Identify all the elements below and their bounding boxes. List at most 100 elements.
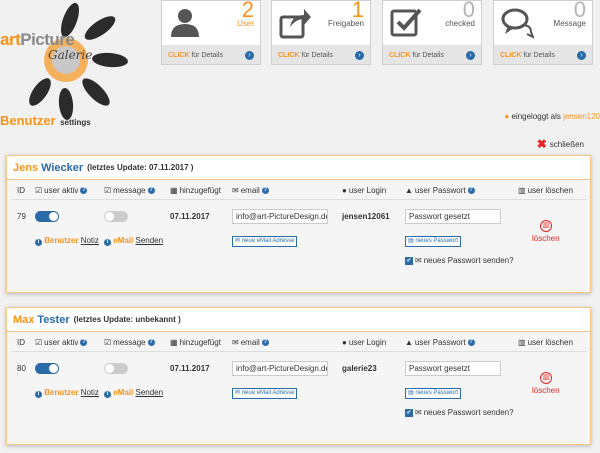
envelope-icon: ✉ (235, 238, 241, 244)
user-panel-header: Max Tester (letztes Update: unbekannt ) (7, 308, 590, 332)
new-password-button[interactable]: ▤ neues Passwort (405, 236, 462, 247)
send-password-checkbox[interactable]: ✔ ✉ neues Passwort senden? (405, 408, 514, 417)
envelope-icon: ✉ (232, 186, 239, 195)
help-icon[interactable]: ? (80, 187, 88, 194)
help-icon[interactable]: ? (261, 187, 269, 194)
col-added: ▦ hinzugefügt (170, 186, 221, 195)
password-field[interactable]: Passwort gesetzt (405, 209, 501, 224)
trash-icon: ▥ (539, 372, 552, 384)
logo-text: artPicture (0, 30, 75, 50)
user-last-name: Tester (37, 313, 70, 326)
user-panel: Jens Wiecker (letztes Update: 07.11.2017… (6, 155, 591, 293)
user-update-label: (letztes Update: 07.11.2017 ) (87, 163, 194, 172)
user-icon: ● (342, 186, 347, 195)
logged-in-username: jensen120 (563, 112, 600, 121)
user-id: 79 (17, 212, 26, 221)
info-icon: i (35, 391, 42, 398)
close-button[interactable]: ✖ schließen (537, 137, 584, 151)
user-icon: ● (342, 338, 347, 347)
app-logo[interactable]: artPicture Galerie (0, 0, 140, 120)
logo-picture: Picture (20, 30, 75, 49)
table-divider (11, 351, 586, 352)
user-panel: Max Tester (letztes Update: unbekannt ) … (6, 307, 591, 445)
send-email-link[interactable]: i eMail Senden (104, 236, 163, 246)
info-icon: i (104, 391, 111, 398)
calendar-icon: ▦ (170, 186, 178, 195)
col-login: ● user Login (342, 186, 387, 195)
col-message: ☑ message? (104, 338, 155, 347)
user-first-name: Max (13, 313, 35, 326)
col-delete: ▥ user löschen (518, 186, 573, 195)
send-password-checkbox[interactable]: ✔ ✉ neues Passwort senden? (405, 256, 514, 265)
email-field[interactable]: info@art-PictureDesign.de (232, 209, 328, 224)
user-stat-card[interactable]: 2 User CLICK für Details › (161, 0, 261, 65)
col-delete: ▥ user löschen (518, 338, 573, 347)
user-first-name: Jens (13, 161, 39, 174)
trash-icon: ▥ (518, 186, 526, 195)
new-password-button[interactable]: ▤ neues Passwort (405, 388, 462, 399)
user-small-icon: ● (504, 112, 510, 121)
help-icon[interactable]: ? (467, 187, 475, 194)
checked-stat-card[interactable]: 0 checked CLICK für Details › (382, 0, 482, 65)
help-icon[interactable]: ? (261, 339, 269, 346)
new-email-button[interactable]: ✉ neue eMail Adresse (232, 236, 298, 247)
user-note-link[interactable]: i Benutzer Notiz (35, 388, 99, 398)
shares-stat-card[interactable]: 1 Freigaben CLICK für Details › (271, 0, 371, 65)
user-note-link[interactable]: i Benutzer Notiz (35, 236, 99, 246)
checked-card-label: checked (445, 19, 475, 28)
logged-in-info: ● eingeloggt als jensen120 (504, 112, 600, 121)
user-active-toggle[interactable] (35, 363, 59, 374)
shares-card-label: Freigaben (327, 19, 364, 28)
help-icon[interactable]: ? (467, 339, 475, 346)
checkbox-checked-icon: ✔ (405, 256, 413, 265)
logo-galerie: Galerie (48, 48, 93, 62)
page-title-main: Benutzer (0, 113, 56, 128)
delete-user-button[interactable]: ▥ löschen (532, 372, 560, 395)
envelope-icon: ✉ (232, 338, 239, 347)
card-details-text: für Details (523, 52, 555, 59)
card-details-text: für Details (301, 52, 333, 59)
check-square-icon: ☑ (104, 186, 112, 195)
user-update-label: (letztes Update: unbekannt ) (73, 315, 181, 324)
user-active-toggle[interactable] (35, 211, 59, 222)
card-click-text: CLICK (500, 52, 522, 59)
email-field[interactable]: info@art-PictureDesign.de (232, 361, 328, 376)
close-icon: ✖ (536, 137, 547, 151)
col-password: ▲ user Passwort? (405, 338, 475, 347)
message-toggle[interactable] (104, 211, 128, 222)
check-square-icon: ☑ (35, 186, 43, 195)
send-email-link[interactable]: i eMail Senden (104, 388, 163, 398)
trash-icon: ▥ (539, 220, 552, 232)
lock-icon: ▲ (405, 186, 413, 195)
close-label: schließen (549, 139, 584, 149)
user-added-date: 07.11.2017 (170, 212, 210, 221)
message-toggle[interactable] (104, 363, 128, 374)
user-login: galerie23 (342, 364, 377, 373)
envelope-icon: ✉ (415, 408, 422, 417)
user-card-label: User (237, 19, 254, 28)
share-icon (279, 9, 311, 39)
arrow-right-icon: › (355, 51, 364, 60)
arrow-right-icon: › (245, 51, 254, 60)
chat-icon (501, 8, 534, 39)
checkbox-checked-icon: ✔ (405, 408, 413, 417)
lock-icon: ▲ (405, 338, 413, 347)
delete-user-button[interactable]: ▥ löschen (532, 220, 560, 243)
col-id: ID (17, 338, 25, 347)
key-icon: ▤ (408, 390, 414, 396)
password-field[interactable]: Passwort gesetzt (405, 361, 501, 376)
card-click-text: CLICK (278, 52, 300, 59)
new-email-button[interactable]: ✉ neue eMail Adresse (232, 388, 298, 399)
trash-icon: ▥ (518, 338, 526, 347)
col-message: ☑ message? (104, 186, 155, 195)
calendar-icon: ▦ (170, 338, 178, 347)
logged-in-prefix: eingeloggt als (511, 112, 561, 121)
help-icon[interactable]: ? (147, 339, 155, 346)
check-square-icon: ☑ (35, 338, 43, 347)
card-details-text: für Details (412, 52, 444, 59)
arrow-right-icon: › (577, 51, 586, 60)
user-icon (171, 9, 199, 37)
help-icon[interactable]: ? (147, 187, 155, 194)
help-icon[interactable]: ? (80, 339, 88, 346)
message-stat-card[interactable]: 0 Message CLICK für Details › (493, 0, 593, 65)
